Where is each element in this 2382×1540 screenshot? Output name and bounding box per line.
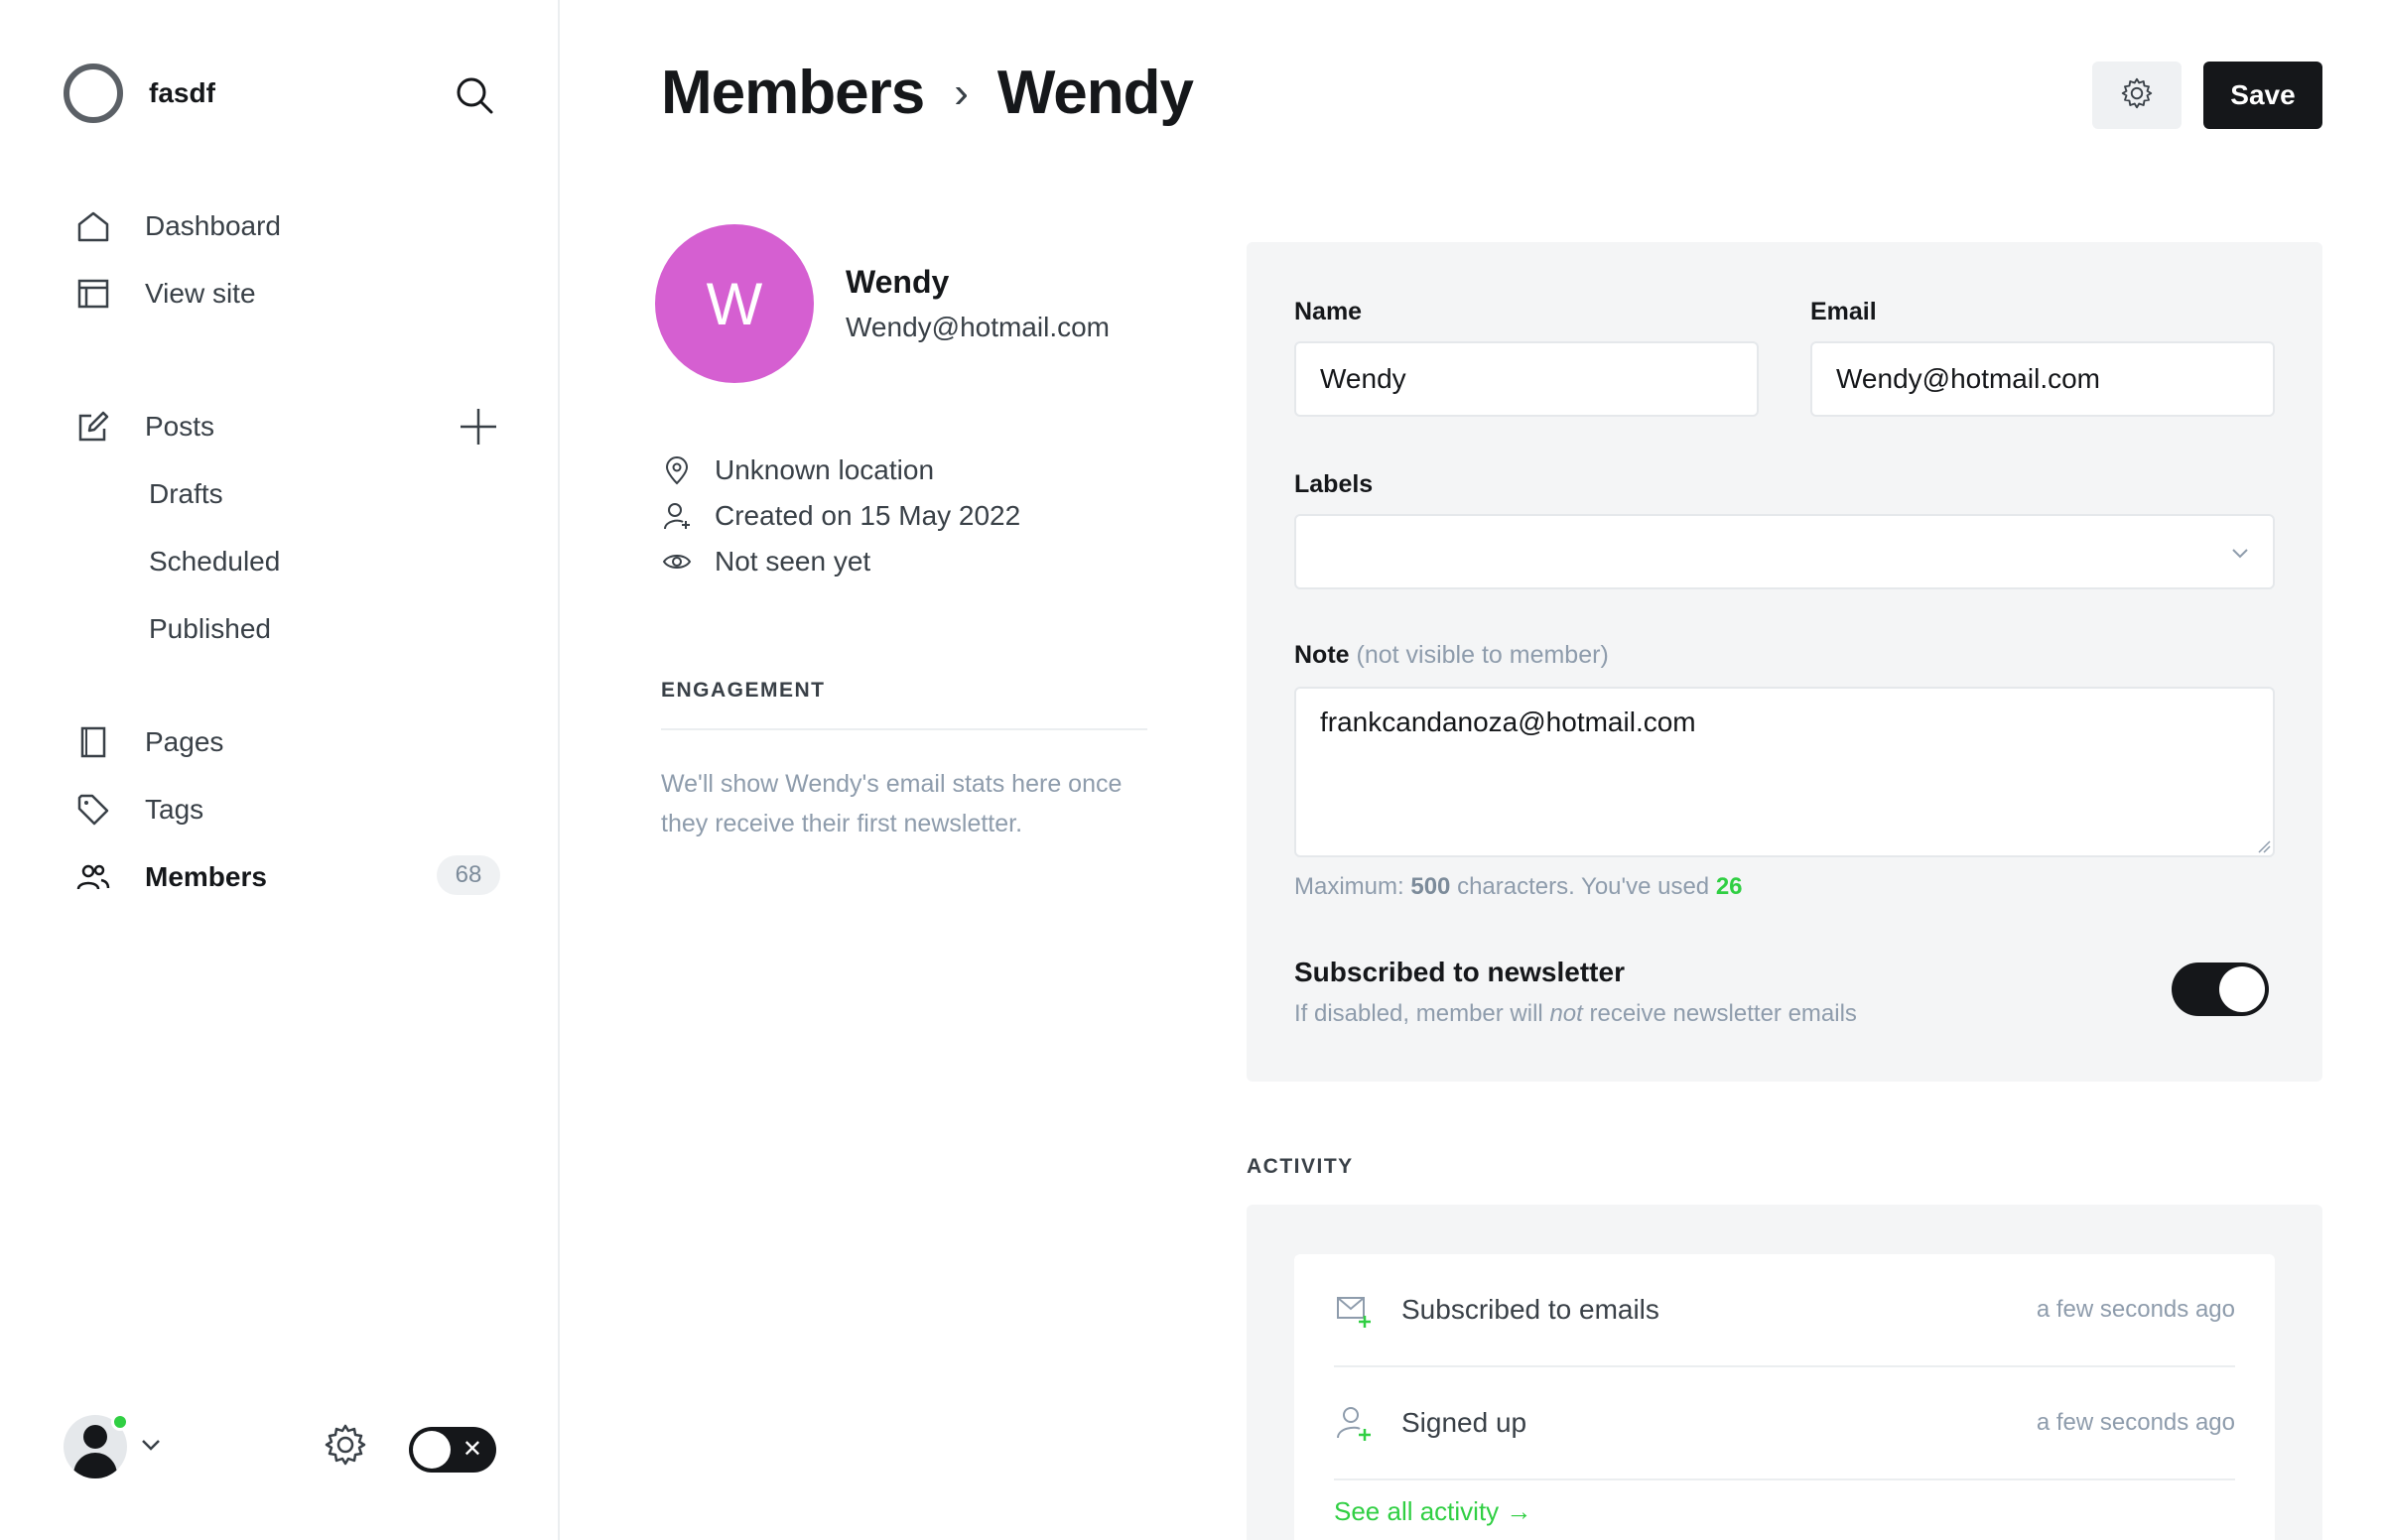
member-avatar: W	[655, 224, 814, 383]
newsletter-toggle[interactable]	[2172, 962, 2269, 1016]
add-post-icon[interactable]	[457, 405, 500, 449]
sidebar-item-scheduled[interactable]: Scheduled	[149, 546, 280, 578]
page-title: Wendy	[996, 59, 1194, 127]
note-label-text: Note	[1294, 641, 1350, 669]
member-email: Wendy@hotmail.com	[846, 312, 1110, 342]
browser-icon	[73, 274, 113, 314]
email-subscribe-icon	[1334, 1290, 1374, 1330]
email-field[interactable]	[1810, 341, 2275, 417]
search-icon[interactable]	[453, 73, 496, 117]
user-add-icon	[1334, 1403, 1374, 1443]
last-seen-text: Not seen yet	[715, 546, 871, 577]
activity-time: a few seconds ago	[2036, 1409, 2235, 1436]
member-details-form: Name Email Labels Note (not visible to m…	[1247, 242, 2322, 1082]
online-status-dot	[111, 1413, 129, 1431]
member-last-seen: Not seen yet	[661, 546, 870, 578]
user-add-icon	[661, 500, 693, 532]
sidebar-item-drafts[interactable]: Drafts	[149, 478, 223, 510]
newsletter-description: If disabled, member will not receive new…	[1294, 1000, 1857, 1028]
note-label-hint: (not visible to member)	[1356, 641, 1609, 669]
activity-time: a few seconds ago	[2036, 1296, 2235, 1323]
location-text: Unknown location	[715, 454, 935, 485]
newsletter-desc-pre: If disabled, member will	[1294, 1000, 1543, 1027]
edit-icon	[73, 407, 113, 447]
note-label: Note (not visible to member)	[1294, 641, 1609, 670]
chevron-down-icon	[139, 1433, 163, 1462]
eye-icon	[661, 546, 693, 578]
list-item: Signed up a few seconds ago	[1334, 1367, 2235, 1480]
sidebar-item-tags[interactable]: Tags	[73, 786, 203, 834]
location-pin-icon	[661, 454, 693, 486]
engagement-message: We'll show Wendy's email stats here once…	[661, 770, 1123, 837]
char-used: 26	[1715, 873, 1743, 900]
member-settings-button[interactable]	[2092, 62, 2182, 129]
name-label: Name	[1294, 298, 1363, 325]
char-middle: characters. You've used	[1457, 873, 1710, 900]
note-textarea[interactable]: frankcandanoza@hotmail.com	[1294, 687, 2275, 857]
sidebar-item-label: Dashboard	[145, 210, 281, 241]
site-logo	[64, 64, 123, 123]
members-icon	[73, 857, 113, 897]
sidebar-item-label: Pages	[145, 726, 224, 757]
list-item: Subscribed to emails a few seconds ago	[1334, 1254, 2235, 1367]
sidebar-item-label: View site	[145, 278, 256, 309]
created-text: Created on 15 May 2022	[715, 500, 1021, 531]
char-prefix: Maximum:	[1294, 873, 1404, 900]
close-icon: ✕	[462, 1436, 482, 1463]
member-name: Wendy	[846, 264, 950, 300]
character-count: Maximum: 500 characters. You've used 26	[1294, 873, 1743, 901]
home-icon	[73, 206, 113, 246]
breadcrumb: Members › Wendy	[661, 58, 1194, 128]
site-name: fasdf	[149, 77, 215, 108]
name-field[interactable]	[1294, 341, 1759, 417]
email-label: Email	[1810, 298, 1877, 325]
sidebar-item-label: Posts	[145, 411, 215, 442]
activity-heading: ACTIVITY	[1247, 1155, 1354, 1178]
dark-mode-toggle[interactable]: ✕	[409, 1427, 496, 1473]
sidebar-item-view-site[interactable]: View site	[73, 270, 256, 318]
sidebar-item-pages[interactable]: Pages	[73, 718, 223, 766]
activity-panel: Subscribed to emails a few seconds ago S…	[1247, 1205, 2322, 1540]
newsletter-desc-post: receive newsletter emails	[1589, 1000, 1857, 1027]
pages-icon	[73, 722, 113, 762]
labels-label: Labels	[1294, 470, 1374, 498]
labels-select[interactable]	[1294, 514, 2275, 589]
sidebar-item-label: Tags	[145, 794, 204, 825]
tag-icon	[73, 790, 113, 830]
sidebar-item-posts[interactable]: Posts	[73, 403, 214, 450]
sidebar-item-published[interactable]: Published	[149, 613, 271, 645]
site-brand[interactable]: fasdf	[64, 64, 215, 123]
gear-icon[interactable]	[322, 1421, 369, 1469]
gear-icon	[2119, 75, 2155, 116]
sidebar-item-members[interactable]: Members	[73, 853, 267, 901]
save-button[interactable]: Save	[2203, 62, 2322, 129]
activity-label: Signed up	[1401, 1407, 1527, 1438]
activity-label: Subscribed to emails	[1401, 1294, 1659, 1325]
member-location: Unknown location	[661, 454, 934, 486]
member-created: Created on 15 May 2022	[661, 500, 1020, 532]
sidebar-item-label: Members	[145, 861, 267, 892]
activity-list: Subscribed to emails a few seconds ago S…	[1294, 1254, 2275, 1540]
sidebar-item-dashboard[interactable]: Dashboard	[73, 202, 281, 250]
newsletter-desc-em: not	[1549, 1000, 1583, 1027]
sidebar: fasdf Dashboard View site Posts Drafts S…	[0, 0, 560, 1540]
divider	[661, 728, 1147, 730]
breadcrumb-members-link[interactable]: Members	[661, 58, 925, 128]
resize-handle-icon[interactable]	[2257, 839, 2271, 858]
breadcrumb-separator: ›	[954, 67, 969, 117]
char-max: 500	[1410, 873, 1451, 900]
members-count-badge: 68	[437, 855, 500, 895]
see-all-activity-link[interactable]: See all activity →	[1334, 1496, 1531, 1527]
newsletter-title: Subscribed to newsletter	[1294, 957, 1625, 987]
chevron-down-icon	[2229, 542, 2251, 569]
engagement-heading: ENGAGEMENT	[661, 679, 826, 702]
